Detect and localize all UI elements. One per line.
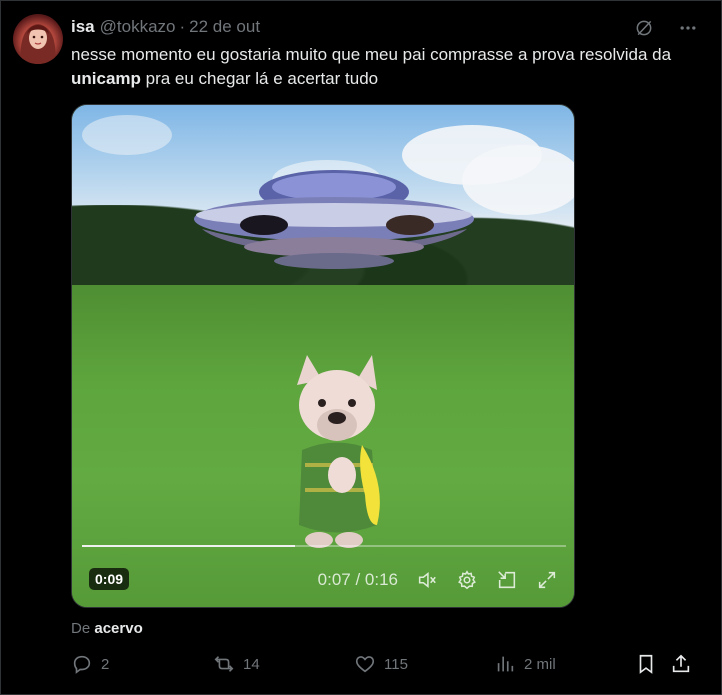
share-button[interactable] (670, 653, 692, 675)
like-button[interactable]: 115 (354, 653, 408, 675)
retweet-count: 14 (243, 655, 260, 673)
video-source: De acervo (71, 620, 143, 637)
tweet-text-part-end: pra eu chegar lá e acertar tudo (140, 69, 379, 88)
like-icon (355, 656, 375, 673)
more-icon[interactable] (677, 17, 699, 39)
source-prefix: De (71, 620, 91, 637)
source-link[interactable]: acervo (94, 620, 142, 637)
ufo-image (194, 170, 474, 269)
author-handle[interactable]: @tokkazo (100, 17, 176, 37)
reply-count: 2 (101, 655, 110, 673)
reply-icon (73, 655, 91, 674)
separator: · (179, 17, 186, 36)
retweet-button[interactable]: 14 (213, 653, 260, 675)
tweet[interactable]: isa @tokkazo · 22 de out nesse momento e… (0, 0, 722, 695)
avatar[interactable] (13, 14, 63, 64)
video-player[interactable]: 0:09 0:07 / 0:16 (71, 104, 575, 608)
video-time-display: 0:07 / 0:16 (317, 570, 398, 589)
tweet-header: isa @tokkazo · 22 de out (71, 17, 260, 37)
tweet-actions: 2 14 115 2 mil (71, 653, 693, 677)
like-count: 115 (384, 655, 408, 673)
tweet-top-actions (633, 17, 699, 39)
views-button[interactable]: 2 mil (494, 653, 556, 675)
views-icon (497, 656, 514, 672)
share-icon (672, 654, 690, 673)
author-name[interactable]: isa (71, 17, 95, 37)
bookmark-icon (639, 654, 653, 674)
views-count: 2 mil (524, 655, 556, 673)
video-progress-fill (82, 545, 295, 547)
bookmark-button[interactable] (635, 653, 657, 675)
grok-icon[interactable] (633, 17, 655, 39)
mute-icon[interactable] (416, 569, 438, 591)
dog-image (297, 355, 380, 548)
video-time-badge: 0:09 (89, 568, 130, 590)
video-controls: 0:07 / 0:16 (318, 569, 558, 591)
fullscreen-icon[interactable] (536, 569, 558, 591)
picture-in-picture-icon[interactable] (496, 569, 518, 591)
tweet-text-part: nesse momento eu gostaria muito que meu … (71, 45, 672, 64)
tweet-date[interactable]: 22 de out (189, 17, 260, 37)
tweet-text: nesse momento eu gostaria muito que meu … (71, 43, 691, 91)
cloud (82, 115, 172, 155)
reply-button[interactable]: 2 (71, 653, 109, 675)
video-progress-bar[interactable] (82, 545, 566, 547)
tweet-text-bold: unicamp (71, 69, 141, 88)
settings-icon[interactable] (456, 569, 478, 591)
retweet-icon (214, 656, 234, 672)
